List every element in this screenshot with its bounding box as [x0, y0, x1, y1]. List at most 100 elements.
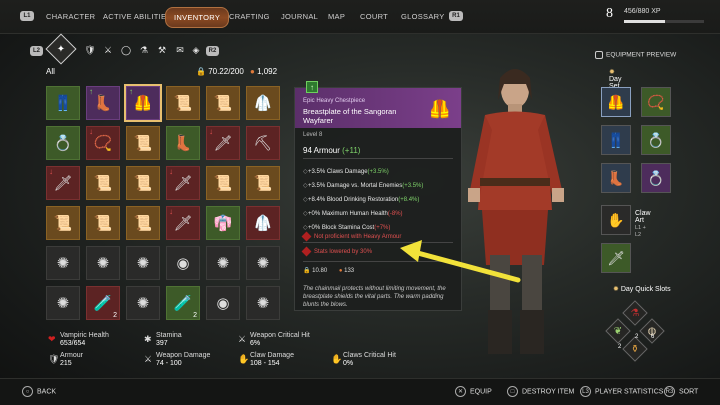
item-icon: 🥼: [253, 215, 273, 232]
tab-inventory[interactable]: INVENTORY: [165, 7, 230, 28]
equip-button[interactable]: ✕ EQUIP: [455, 386, 492, 397]
inventory-slot[interactable]: ✺: [86, 246, 120, 280]
tab-map[interactable]: MAP: [328, 12, 345, 21]
r1-button-hint[interactable]: R1: [449, 11, 463, 21]
inventory-slot[interactable]: 📜: [46, 206, 80, 240]
inventory-slot[interactable]: 🧪 2: [86, 286, 120, 320]
inventory-slot[interactable]: ◉: [206, 286, 240, 320]
all-items-icon: ✦: [56, 43, 66, 55]
equipped-ring-slot[interactable]: 💍: [641, 125, 671, 155]
item-icon: 📜: [53, 215, 73, 232]
inventory-slot[interactable]: 📜: [86, 166, 120, 200]
inventory-slot[interactable]: 🦺 ↑: [124, 84, 162, 122]
stat-label: Claws Critical Hit: [343, 352, 396, 359]
inventory-slot[interactable]: 💍: [46, 126, 80, 160]
equipped-boots-slot[interactable]: 👢: [601, 163, 631, 193]
tab-court[interactable]: COURT: [360, 12, 388, 21]
inventory-slot[interactable]: 🗡 ↓: [166, 206, 200, 240]
tab-glossary[interactable]: GLOSSARY: [401, 12, 445, 21]
inventory-slot[interactable]: ✺: [46, 286, 80, 320]
tab-crafting[interactable]: CRAFTING: [229, 12, 270, 21]
inventory-slot[interactable]: 🗡 ↓: [206, 126, 240, 160]
material-filter-icon[interactable]: ⚒: [156, 44, 168, 56]
item-icon: 🧪: [93, 295, 113, 312]
inventory-slot[interactable]: ✺: [246, 246, 280, 280]
tab-character[interactable]: CHARACTER: [46, 12, 95, 21]
item-icon: ⛏: [253, 135, 273, 152]
inventory-slot[interactable]: 📜: [206, 86, 240, 120]
inventory-slot[interactable]: 📜: [126, 166, 160, 200]
destroy-item-button[interactable]: □ DESTROY ITEM: [507, 386, 574, 397]
l2-button-hint[interactable]: L2: [30, 46, 43, 56]
top-navigation-bar: L1 CHARACTER ACTIVE ABILITIES INVENTORY …: [0, 0, 720, 34]
tab-journal[interactable]: JOURNAL: [281, 12, 318, 21]
item-icon: ✺: [56, 255, 70, 272]
effect-delta: (+8.4%): [398, 197, 420, 203]
misc-filter-icon[interactable]: ◈: [190, 44, 202, 56]
equipment-preview-toggle[interactable]: EQUIPMENT PREVIEW: [595, 51, 676, 59]
player-statistics-button[interactable]: L3 PLAYER STATISTICS: [580, 386, 663, 397]
inventory-slot[interactable]: 📜: [166, 86, 200, 120]
equipped-legs-slot[interactable]: 👖: [601, 125, 631, 155]
equip-label: EQUIP: [470, 388, 492, 396]
scroll-filter-icon[interactable]: ✉: [174, 44, 186, 56]
equipped-ring2-slot[interactable]: 💍: [641, 163, 671, 193]
item-icon: ✺: [96, 255, 110, 272]
crit-icon: ⚔: [238, 334, 247, 344]
claw-art-slot[interactable]: ✋: [601, 205, 631, 235]
filter-label: All: [46, 67, 55, 76]
back-button[interactable]: ○ BACK: [22, 386, 56, 397]
inventory-slot[interactable]: 👖: [46, 86, 80, 120]
inventory-slot[interactable]: ✺: [246, 286, 280, 320]
quick-slot-count: 6: [651, 334, 655, 340]
weapon-filter-icon[interactable]: ⚔: [102, 44, 114, 56]
inventory-slot[interactable]: 📜: [86, 206, 120, 240]
inventory-slot[interactable]: 🧪 2: [166, 286, 200, 320]
inventory-slot[interactable]: 🗡 ↓: [166, 166, 200, 200]
potion-filter-icon[interactable]: ⚗: [138, 44, 150, 56]
claw-art-text: Claw Art: [635, 210, 651, 224]
inventory-slot[interactable]: ⛏: [246, 126, 280, 160]
inventory-slot[interactable]: ✺: [206, 246, 240, 280]
item-effect: ◇+0% Block Stamina Cost(+7%): [303, 224, 390, 231]
inventory-slot[interactable]: ✺: [126, 286, 160, 320]
weapon-damage-stat: ⚔ Weapon Damage 74 - 100: [144, 352, 210, 367]
l1-button-hint[interactable]: L1: [20, 11, 34, 21]
inventory-slot[interactable]: 🥼: [246, 86, 280, 120]
inventory-slot[interactable]: 📜: [126, 126, 160, 160]
inventory-slot[interactable]: 📜: [246, 166, 280, 200]
inventory-slot[interactable]: 👘: [206, 206, 240, 240]
inventory-slot[interactable]: 📿 ↓: [86, 126, 120, 160]
inventory-slot[interactable]: 📜: [206, 166, 240, 200]
sun-icon: ✹: [613, 286, 621, 293]
stat-value: 653/654: [60, 340, 86, 347]
item-icon: ✺: [256, 295, 270, 312]
tab-active-abilities[interactable]: ACTIVE ABILITIES: [103, 12, 172, 21]
equipped-weapon-slot[interactable]: 🗡: [601, 243, 631, 273]
equipped-amulet-slot[interactable]: 📿: [641, 87, 671, 117]
ring-filter-icon[interactable]: ◯: [120, 44, 132, 56]
item-armour: 94 Armour (+11): [303, 146, 360, 155]
stat-value: 215: [60, 360, 72, 367]
equipped-chest-slot[interactable]: 🦺: [601, 87, 631, 117]
blood-vial-icon: ⚗: [630, 307, 640, 319]
upgrade-arrow-icon: ↑: [129, 87, 133, 96]
inventory-slot[interactable]: 👢: [166, 126, 200, 160]
claw-crit-icon: ✋: [331, 354, 343, 364]
effect-text: +0% Maximum Human Health: [308, 211, 388, 217]
inventory-slot[interactable]: 👢 ↑: [86, 86, 120, 120]
sort-button[interactable]: R3 SORT: [664, 386, 698, 397]
inventory-slot[interactable]: ✺: [126, 246, 160, 280]
inventory-slot[interactable]: 🗡 ↓: [46, 166, 80, 200]
inventory-slot[interactable]: ✺: [46, 246, 80, 280]
item-icon: 📜: [133, 135, 153, 152]
armour-filter-icon[interactable]: 🛡: [84, 44, 96, 56]
gold-amount: ● 1,092: [250, 67, 277, 76]
inventory-slot[interactable]: ◉: [166, 246, 200, 280]
inventory-slot[interactable]: 🥼: [246, 206, 280, 240]
item-icon: 📜: [133, 175, 153, 192]
inventory-slot[interactable]: 📜: [126, 206, 160, 240]
downgrade-arrow-icon: ↓: [89, 127, 93, 136]
r2-button-hint[interactable]: R2: [206, 46, 219, 56]
item-icon: 📜: [93, 215, 113, 232]
